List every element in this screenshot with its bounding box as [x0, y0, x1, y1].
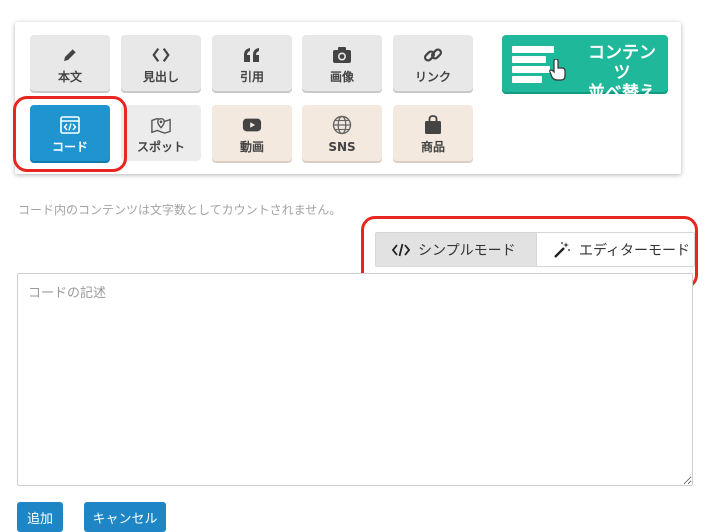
code-count-note: コード内のコンテンツは文字数としてカウントされません。	[18, 203, 342, 217]
code-icon	[392, 241, 410, 259]
simple-mode-label: シンプルモード	[418, 242, 516, 259]
globe-icon	[332, 115, 352, 135]
editor-mode-label: エディターモード	[579, 242, 691, 259]
add-button[interactable]: 追加	[17, 502, 63, 532]
text-block-label: 本文	[57, 69, 82, 84]
quote-block-button[interactable]: 引用	[212, 35, 292, 91]
quote-icon	[242, 45, 262, 65]
quote-block-label: 引用	[239, 69, 264, 84]
link-block-label: リンク	[414, 69, 451, 84]
sns-block-label: SNS	[328, 139, 356, 154]
angle-brackets-icon	[151, 45, 171, 65]
reorder-label-line1: コンテンツ	[588, 43, 656, 83]
code-block-button[interactable]: コード	[30, 105, 110, 161]
simple-mode-button[interactable]: シンプルモード	[376, 233, 536, 266]
code-window-icon	[60, 115, 80, 135]
reorder-contents-button[interactable]: コンテンツ 並べ替え	[502, 35, 668, 103]
sns-block-button[interactable]: SNS	[302, 105, 382, 161]
shopping-bag-icon	[423, 114, 443, 135]
editor-mode-toggle: シンプルモード エディターモード	[375, 232, 695, 267]
map-pin-icon	[151, 115, 171, 135]
heading-block-button[interactable]: 見出し	[121, 35, 201, 91]
video-block-label: 動画	[239, 139, 264, 154]
product-block-button[interactable]: 商品	[393, 105, 473, 161]
link-icon	[423, 45, 443, 65]
code-input[interactable]	[17, 273, 693, 486]
image-block-label: 画像	[329, 69, 354, 84]
magic-wand-icon	[553, 241, 571, 259]
heading-block-label: 見出し	[142, 69, 179, 84]
editor-mode-button[interactable]: エディターモード	[536, 233, 694, 266]
product-block-label: 商品	[420, 139, 445, 154]
link-block-button[interactable]: リンク	[393, 35, 473, 91]
cancel-button[interactable]: キャンセル	[84, 502, 166, 532]
reorder-label-line2: 並べ替え	[588, 83, 656, 103]
image-block-button[interactable]: 画像	[302, 35, 382, 91]
spot-block-button[interactable]: スポット	[121, 105, 201, 161]
video-block-button[interactable]: 動画	[212, 105, 292, 161]
code-block-label: コード	[51, 139, 88, 154]
text-block-button[interactable]: 本文	[30, 35, 110, 91]
spot-block-label: スポット	[136, 139, 185, 154]
list-reorder-hand-icon	[512, 45, 566, 85]
play-icon	[242, 115, 262, 135]
camera-icon	[332, 45, 352, 65]
pencil-icon	[60, 45, 80, 65]
